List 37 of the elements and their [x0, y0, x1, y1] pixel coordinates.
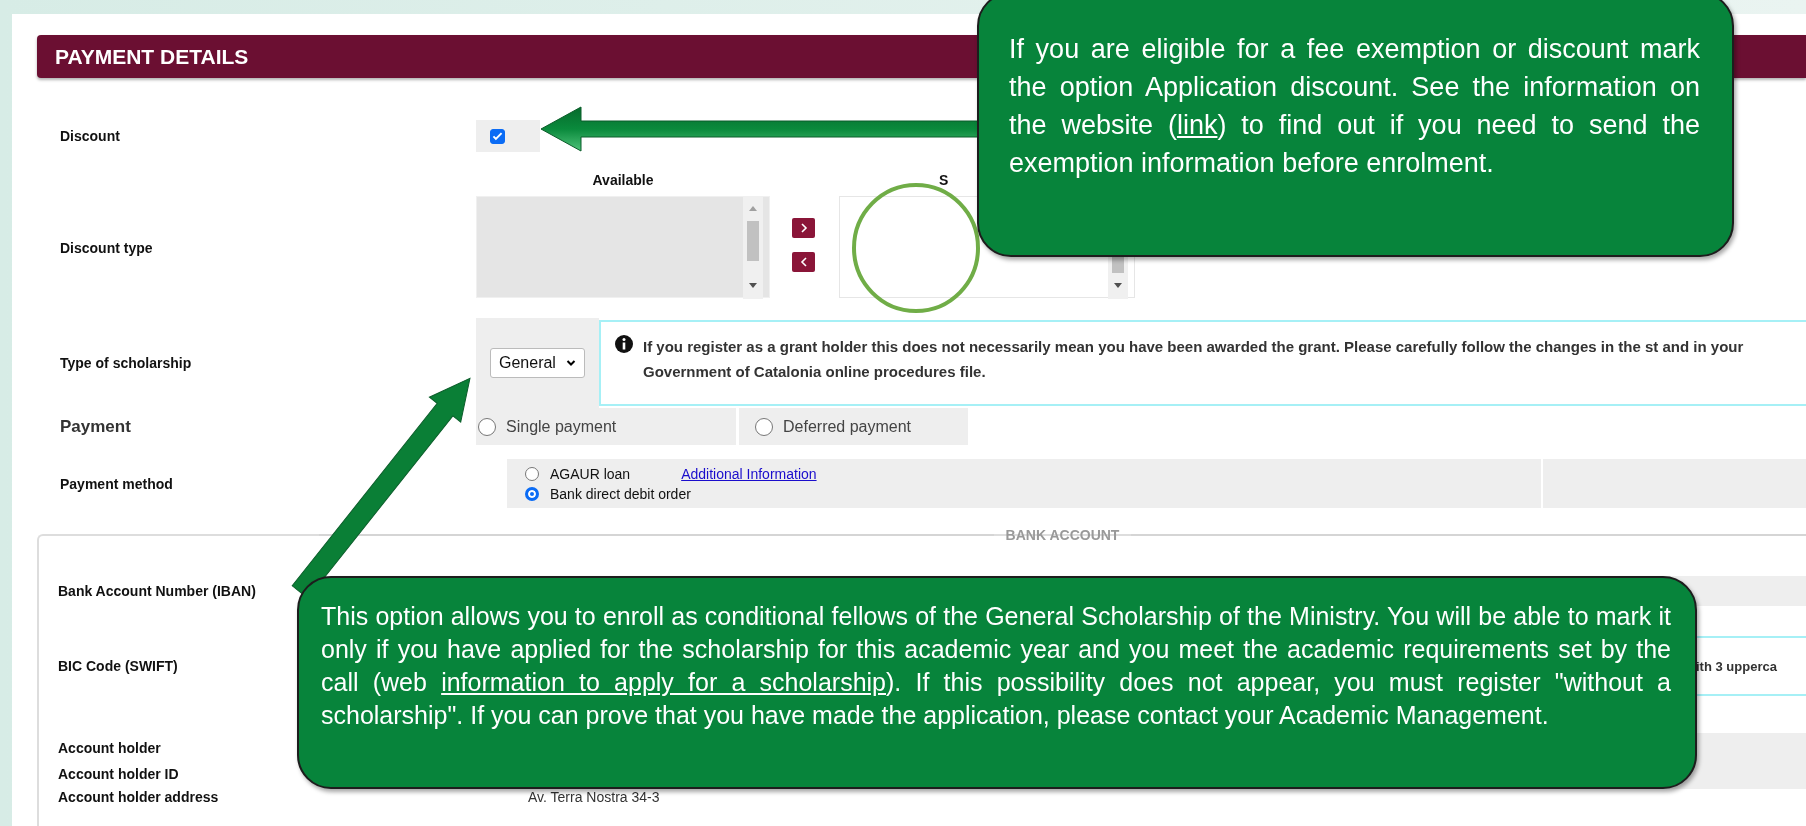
radio-button[interactable] — [525, 486, 539, 501]
field-label: Account holder — [58, 740, 162, 756]
info-text: If you register as a grant holder this does not necessarily mean you have been awarded the grant. Please carefully follow the changes in the st and in your Government of Catalonia online procedures file. — [643, 337, 1745, 382]
chevron-left-icon — [798, 257, 809, 267]
link[interactable]: information to apply for a scholarship — [441, 668, 886, 696]
move-right-button[interactable] — [792, 218, 815, 238]
field-label: Payment method — [60, 475, 174, 492]
field-label: Discount type — [60, 239, 154, 256]
field-label: Payment — [60, 416, 132, 437]
radio-button[interactable] — [755, 417, 773, 436]
move-left-button[interactable] — [792, 252, 815, 272]
scrollbar[interactable] — [743, 197, 763, 299]
field-label: Bank Account Number (IBAN) — [58, 583, 257, 599]
column-heading: Available — [591, 171, 655, 190]
field-label: Account holder address — [58, 789, 220, 805]
option-label: Single payment — [506, 417, 617, 436]
radio-button[interactable] — [478, 417, 496, 436]
radio-option[interactable]: Deferred payment — [739, 408, 968, 445]
fieldset-legend: BANK ACCOUNT — [1005, 527, 1120, 543]
field-value: Av. Terra Nostra 34-3 — [528, 789, 660, 805]
caret-icon — [565, 358, 576, 368]
option-label: Deferred payment — [783, 417, 912, 436]
checkbox[interactable] — [490, 128, 505, 144]
radio-button[interactable] — [525, 466, 539, 481]
column-heading: S — [938, 171, 950, 190]
scholarship-select[interactable]: General — [490, 348, 585, 378]
option-label: AGAUR loan — [550, 465, 631, 482]
info-link[interactable]: Additional Information — [681, 465, 817, 482]
field-label: Account holder ID — [58, 766, 180, 782]
radio-option[interactable]: Single payment — [476, 408, 736, 445]
callout-text: This option allows you to enroll as conditional fellows of the General Scholarship of the Ministry. You will be able to mark it only if you have applied for the scholarship for this academic year and you meet the academic requirements set by the call (web information to apply for a scholarship). If this possibility does not appear, you must register "without a scholarship". If you can prove that you have made the application, please contact your Academic Management. — [321, 601, 1671, 731]
field-label: Discount — [60, 128, 121, 144]
chevron-right-icon — [798, 223, 809, 233]
option-label: Bank direct debit order — [550, 485, 691, 502]
field-label: BIC Code (SWIFT) — [58, 658, 179, 674]
field-label: Type of scholarship — [60, 355, 193, 371]
info-icon — [615, 335, 633, 353]
